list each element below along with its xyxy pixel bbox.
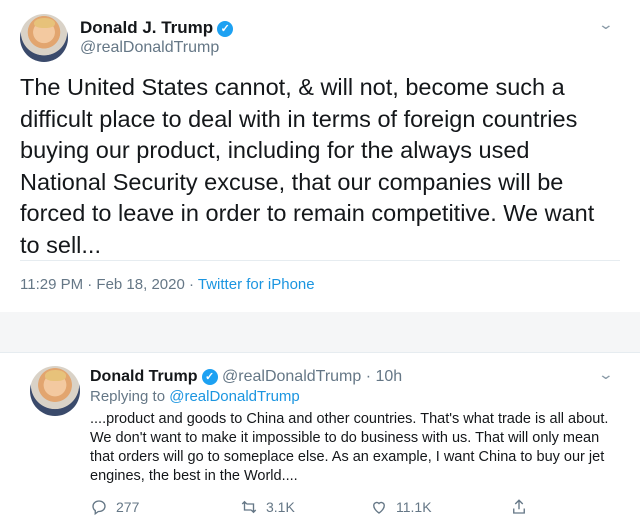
reply-button[interactable]: 277 [90, 498, 139, 516]
reply-icon [92, 500, 106, 516]
replying-to: Replying to @realDonaldTrump [90, 388, 300, 405]
source-link[interactable]: Twitter for iPhone [198, 276, 315, 293]
reply-count: 277 [116, 499, 140, 515]
main-tweet: Donald J. Trump ✓ @realDonaldTrump ⌄ The … [0, 0, 640, 312]
author-name-text[interactable]: Donald J. Trump [80, 18, 213, 37]
separator [0, 312, 640, 352]
avatar[interactable] [20, 14, 68, 62]
chevron-down-icon[interactable]: ⌄ [598, 366, 614, 383]
avatar[interactable] [30, 366, 80, 416]
author-handle[interactable]: @realDonaldTrump · 10h [222, 368, 402, 385]
author-name[interactable]: Donald J. Trump ✓ [80, 18, 234, 38]
retweet-button[interactable]: 3.1K [240, 498, 295, 516]
tweet-actions: 277 3.1K 11.1K [90, 498, 610, 518]
share-icon [513, 499, 525, 514]
tweet-header: Donald Trump ✓ @realDonaldTrump · 10h [90, 368, 402, 386]
tweet-text: The United States cannot, & will not, be… [20, 74, 595, 258]
chevron-down-icon[interactable]: ⌄ [598, 16, 614, 33]
like-count: 11.1K [396, 499, 432, 515]
tweet-text: ....product and goods to China and other… [90, 411, 609, 484]
verified-badge-icon: ✓ [201, 368, 218, 385]
tweet-meta: 11:29 PM · Feb 18, 2020 · Twitter for iP… [20, 276, 315, 293]
verified-badge-icon: ✓ [217, 20, 234, 37]
replying-to-link[interactable]: @realDonaldTrump [169, 388, 300, 405]
timestamp[interactable]: 11:29 PM · Feb 18, 2020 · [20, 276, 198, 293]
heart-icon [373, 501, 385, 514]
author-handle[interactable]: @realDonaldTrump [80, 39, 219, 57]
share-button[interactable] [510, 498, 528, 516]
retweet-icon [241, 500, 257, 514]
like-button[interactable]: 11.1K [370, 498, 432, 516]
divider [20, 260, 620, 261]
author-name[interactable]: Donald Trump [90, 368, 198, 385]
replying-prefix: Replying to [90, 388, 170, 405]
retweet-count: 3.1K [266, 499, 295, 515]
